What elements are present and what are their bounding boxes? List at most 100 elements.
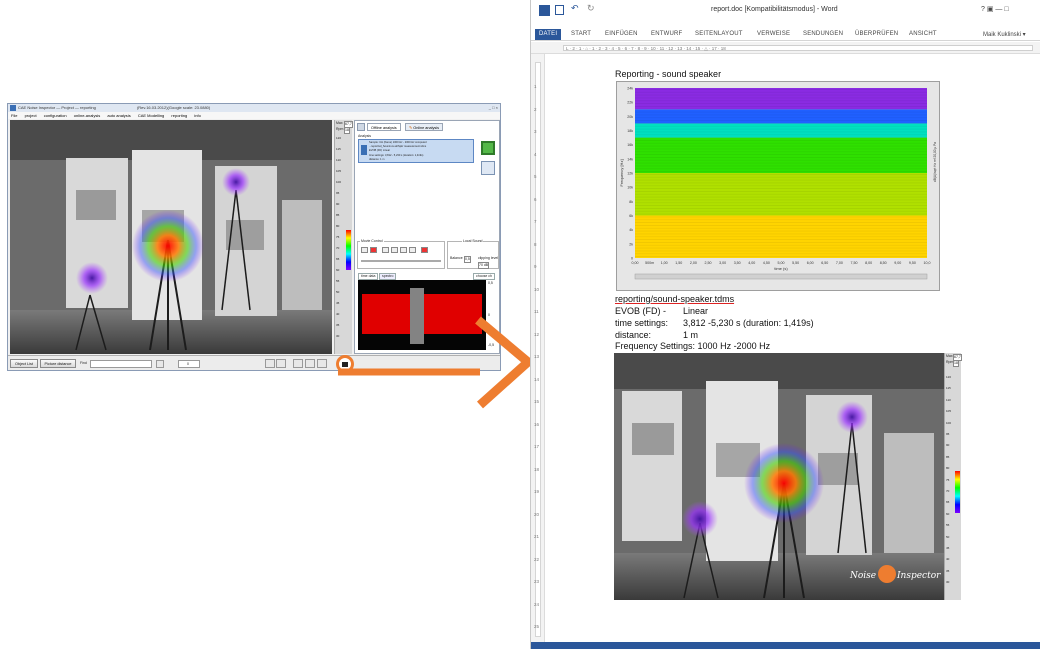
undo-icon[interactable]: ↶ — [571, 3, 579, 14]
settings-icon[interactable] — [276, 359, 286, 368]
word-window-controls[interactable]: ? ▣ — □ — [981, 5, 1009, 13]
vertical-ruler-number: 8 — [534, 241, 537, 247]
tab-start[interactable]: START — [571, 29, 591, 40]
tab-online-analysis[interactable]: ✎ Online analysis — [405, 123, 443, 131]
home-icon[interactable] — [293, 359, 303, 368]
doc-scale-max-label: Max — [946, 354, 953, 358]
ruler-scale: L · 2 · 1 · ⌂ · 1 · 2 · 3 · 4 · 5 · 6 · … — [563, 45, 1033, 51]
spectrogram-scrollbar — [634, 273, 928, 280]
print-icon[interactable] — [317, 359, 327, 368]
vertical-ruler-number: 21 — [534, 534, 540, 539]
app-window-buttons[interactable]: _ □ × — [489, 105, 498, 111]
spectrogram-svg: 24k 22k 20k 18k 16k 14k 12k 10k 8k 6k 4k 2k 00,00 500… — [619, 87, 957, 280]
tab-verweise[interactable]: VERWEISE — [757, 29, 790, 40]
camera-icon[interactable] — [305, 359, 315, 368]
forward-button[interactable] — [400, 247, 407, 253]
find-button[interactable] — [156, 360, 164, 368]
spectrogram-colorbar-label: dB(A)/sqrt Hz ref 20,00 µ Pa — [933, 142, 937, 182]
menu-auto-analysis[interactable]: auto analysis — [107, 113, 130, 118]
fast-forward-button[interactable] — [409, 247, 416, 253]
spectrogram-x-tick: 3,50 — [734, 261, 741, 265]
spectrogram-x-tick: 0,00 — [632, 261, 639, 265]
spectrogram-y-tick: 16k — [627, 143, 633, 147]
movie-slider[interactable] — [361, 260, 441, 262]
menu-info[interactable]: info — [194, 113, 200, 118]
spectrogram-figure[interactable]: 24k 22k 20k 18k 16k 14k 12k 10k 8k 6k 4k 2k 0 0,00 500… — [616, 81, 957, 291]
scale-tick-label: 55 — [336, 279, 340, 283]
spectrogram-band — [635, 109, 927, 124]
object-list-button[interactable]: Object List — [10, 359, 38, 368]
report-doc-button[interactable] — [481, 161, 495, 175]
scale-tick-label: 60 — [946, 511, 950, 516]
tab-time-data[interactable]: time data — [358, 273, 379, 280]
doc-row-distance-label: distance: — [615, 330, 652, 340]
tab-entwurf[interactable]: ENTWURF — [651, 29, 682, 40]
choose-channel-button[interactable]: choose ch — [473, 273, 495, 280]
tab-seitenlayout[interactable]: SEITENLAYOUT — [695, 29, 743, 40]
spectrogram-x-tick: 3,00 — [719, 261, 726, 265]
scale-tick-label: 70 — [946, 489, 950, 493]
picture-distance-button[interactable]: Picture distance — [40, 359, 76, 368]
spectrogram-x-tick: 2,00 — [690, 261, 697, 265]
spectrogram-y-tick: 8k — [629, 200, 633, 204]
tab-einfuegen[interactable]: EINFÜGEN — [605, 29, 638, 40]
acoustic-camera-image[interactable] — [10, 120, 332, 354]
menu-configuration[interactable]: configuration — [44, 113, 67, 118]
play-button[interactable] — [391, 247, 398, 253]
save-icon[interactable] — [555, 5, 564, 15]
analysis-entry[interactable]: Sample: CH (frame) 1000 Hz - 2000 Hz com… — [358, 139, 474, 163]
vertical-ruler-number: 3 — [534, 129, 537, 134]
tab-sendungen[interactable]: SENDUNGEN — [803, 29, 843, 40]
noise-inspector-logo-icon — [878, 565, 896, 583]
doc-row-time-label: time settings: — [615, 318, 669, 328]
play-icon[interactable] — [265, 359, 275, 368]
zoom-field[interactable]: 0 — [178, 360, 200, 368]
redo-icon[interactable]: ↻ — [587, 3, 595, 14]
clipping-level-value[interactable]: 70 dB — [478, 262, 490, 269]
scale-tick-label: 105 — [336, 169, 342, 173]
stop-button[interactable] — [370, 247, 377, 253]
spectrogram-x-tick: 1,50 — [675, 261, 682, 265]
scale-tick-label: 45 — [336, 301, 340, 305]
doc-scale-colorbar — [955, 471, 960, 513]
menu-file[interactable]: File — [11, 113, 17, 118]
user-account[interactable]: Maik Kuklinski ▾ — [983, 31, 1026, 38]
rewind-button[interactable] — [382, 247, 389, 253]
tab-spectro[interactable]: spectro — [379, 273, 397, 280]
add-analysis-button[interactable] — [481, 141, 495, 155]
vertical-ruler-number: 22 — [534, 556, 540, 562]
menu-online-analysis[interactable]: online-analysis — [74, 113, 100, 118]
menu-cae-modelling[interactable]: CAE Modelling — [138, 113, 164, 118]
tab-ueberpruefen[interactable]: ÜBERPRÜFEN — [855, 29, 898, 40]
app-icon — [10, 105, 16, 111]
word-status-bar — [531, 642, 1040, 649]
spectrogram-y-tick: 12k — [627, 172, 633, 176]
find-input[interactable] — [90, 360, 152, 368]
movie-control-label: Movie Control — [360, 239, 384, 244]
scale-rpm-value[interactable]: 18 — [344, 127, 350, 134]
app-menubar: File project configuration online-analys… — [8, 112, 500, 119]
spectrogram-x-tick: 9,50 — [909, 261, 916, 265]
spectrogram-x-tick: 9,00 — [894, 261, 901, 265]
menu-project[interactable]: project — [25, 113, 37, 118]
tab-offline-analysis[interactable]: Offline analysis — [367, 123, 401, 131]
scale-tick-label: 35 — [946, 568, 950, 573]
spectrogram-y-tick: 0 — [631, 257, 633, 261]
vertical-ruler-number: 19 — [534, 489, 540, 494]
spectrogram-y-tick: 20k — [627, 115, 633, 119]
scale-tick-label: 95 — [336, 191, 340, 195]
local-sound-group: Local Sound Balance 0,5 clipping level 7… — [447, 239, 499, 269]
tab-datei[interactable]: DATEI — [535, 29, 562, 40]
spectrogram-y-label: Frequency [Hz] — [619, 159, 624, 186]
menu-reporting[interactable]: reporting — [171, 113, 187, 118]
tab-ansicht[interactable]: ANSICHT — [909, 29, 937, 40]
vertical-ruler-number: 6 — [534, 196, 537, 202]
scale-max-label: Max — [336, 121, 343, 125]
spectrogram-y-tick: 4k — [629, 228, 633, 232]
vertical-ruler-number: 9 — [534, 264, 537, 269]
balance-value[interactable]: 0,5 — [464, 256, 471, 263]
record-button[interactable] — [421, 247, 428, 253]
doc-acoustic-image[interactable]: Noise Inspector — [614, 353, 944, 600]
step-back-button[interactable] — [361, 247, 368, 253]
scale-tick-label: 75 — [946, 477, 950, 482]
